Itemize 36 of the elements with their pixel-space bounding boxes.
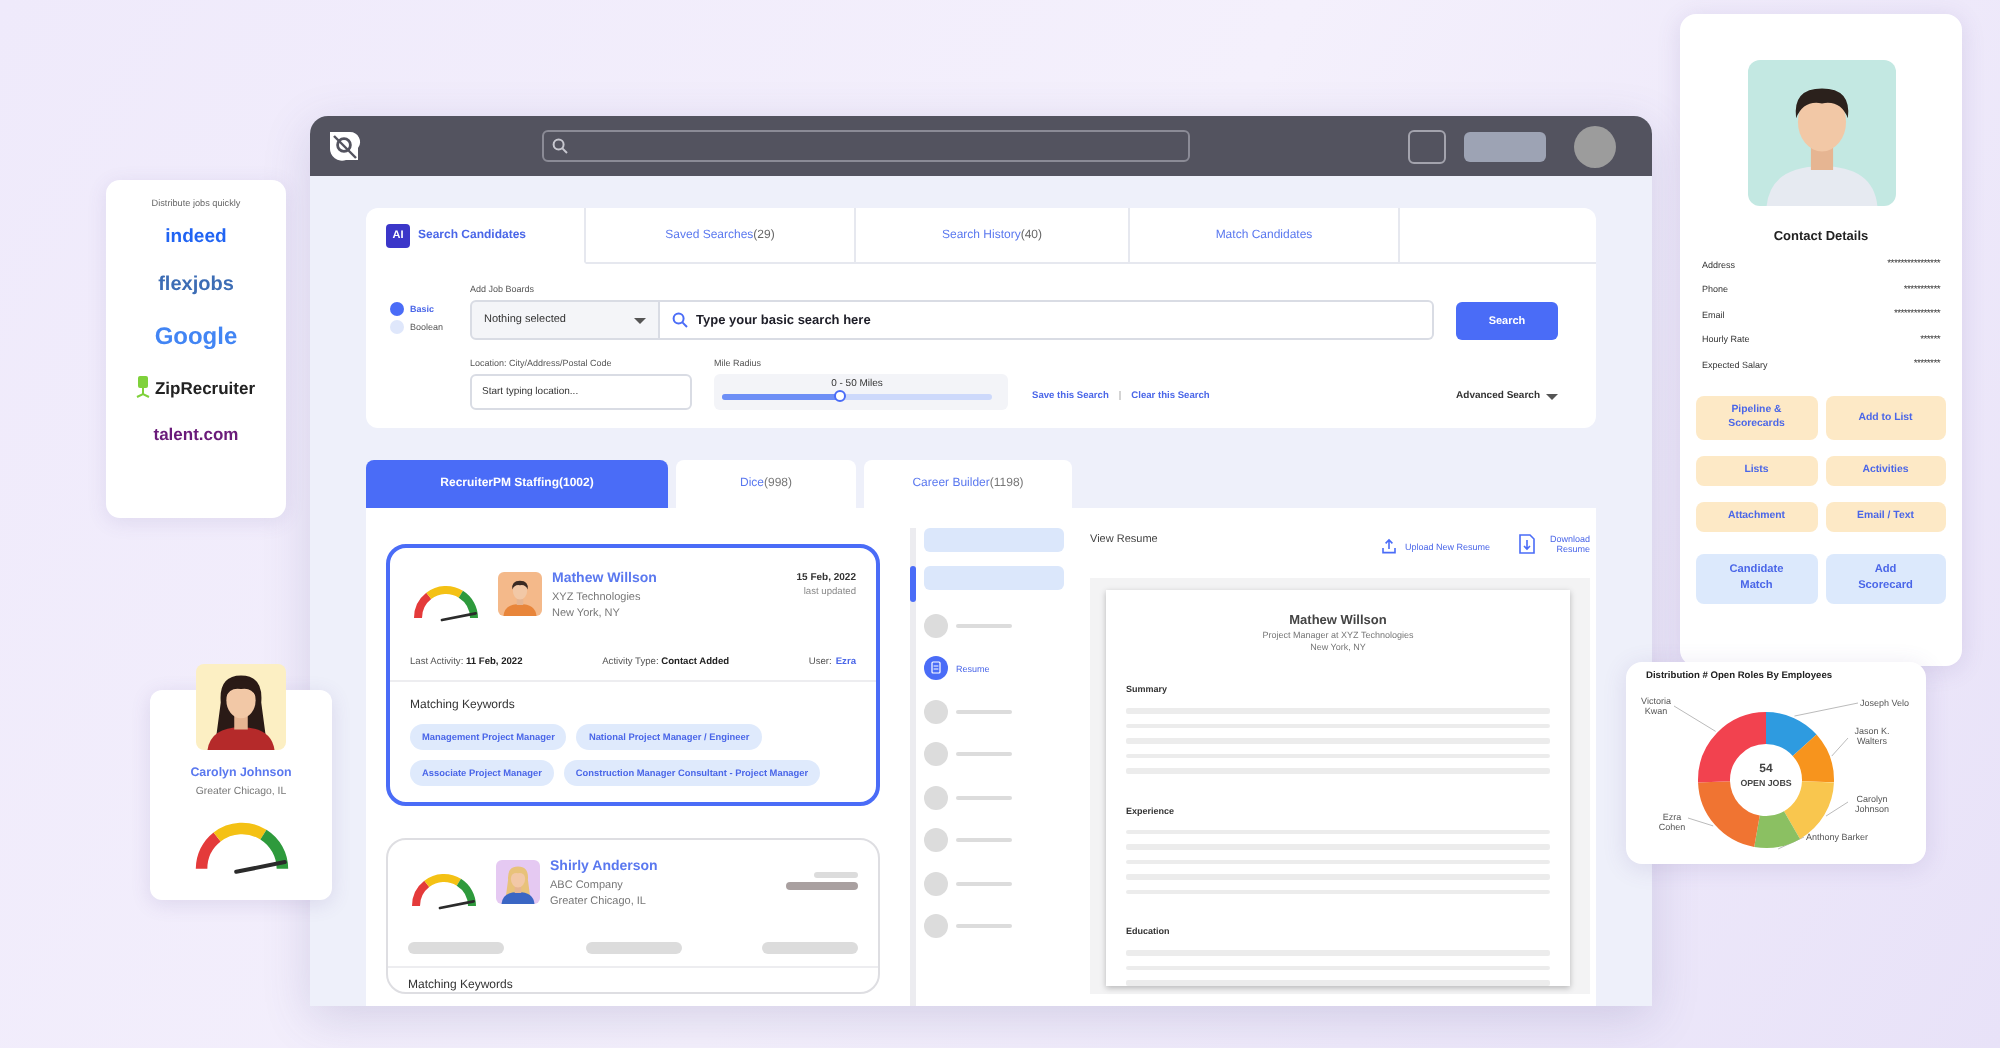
app-logo[interactable] <box>326 128 362 164</box>
placeholder-bar <box>408 942 504 954</box>
toolbar-button[interactable] <box>1408 129 1446 163</box>
search-icon <box>672 312 688 328</box>
search-field[interactable] <box>542 130 1190 162</box>
caret-icon <box>1546 393 1558 399</box>
document-icon <box>924 656 948 681</box>
placeholder-bar <box>762 942 858 954</box>
placeholder-bar <box>786 882 858 890</box>
gauge-icon <box>410 580 482 624</box>
job-board-logo: ZipRecruiter <box>154 377 256 397</box>
radius-slider[interactable] <box>722 394 992 399</box>
job-board-logo: Google <box>154 322 238 350</box>
slider-thumb[interactable] <box>834 390 847 403</box>
job-board-logo: flexjobs <box>158 274 234 296</box>
download-icon <box>1518 534 1536 554</box>
header-button[interactable] <box>1464 131 1546 161</box>
search-icon <box>552 138 568 154</box>
caret-icon <box>634 317 646 323</box>
leader-line <box>1673 705 1717 732</box>
placeholder-bar <box>924 566 1064 590</box>
placeholder-bar <box>924 528 1064 552</box>
placeholder-bar <box>585 942 681 954</box>
chair-icon <box>136 376 151 398</box>
leader-line <box>1825 801 1849 817</box>
upload-icon <box>1382 538 1397 554</box>
candidate-card[interactable] <box>386 544 880 806</box>
avatar-icon[interactable] <box>1574 125 1616 167</box>
leader-line <box>1687 817 1714 827</box>
leader-line <box>1831 737 1849 757</box>
gauge-icon <box>408 868 480 912</box>
job-board-logo: indeed <box>165 226 227 248</box>
placeholder-bar <box>814 872 858 878</box>
job-board-logo: talent.com <box>153 424 239 444</box>
leader-line <box>1794 702 1859 717</box>
leader-line <box>1777 836 1805 850</box>
